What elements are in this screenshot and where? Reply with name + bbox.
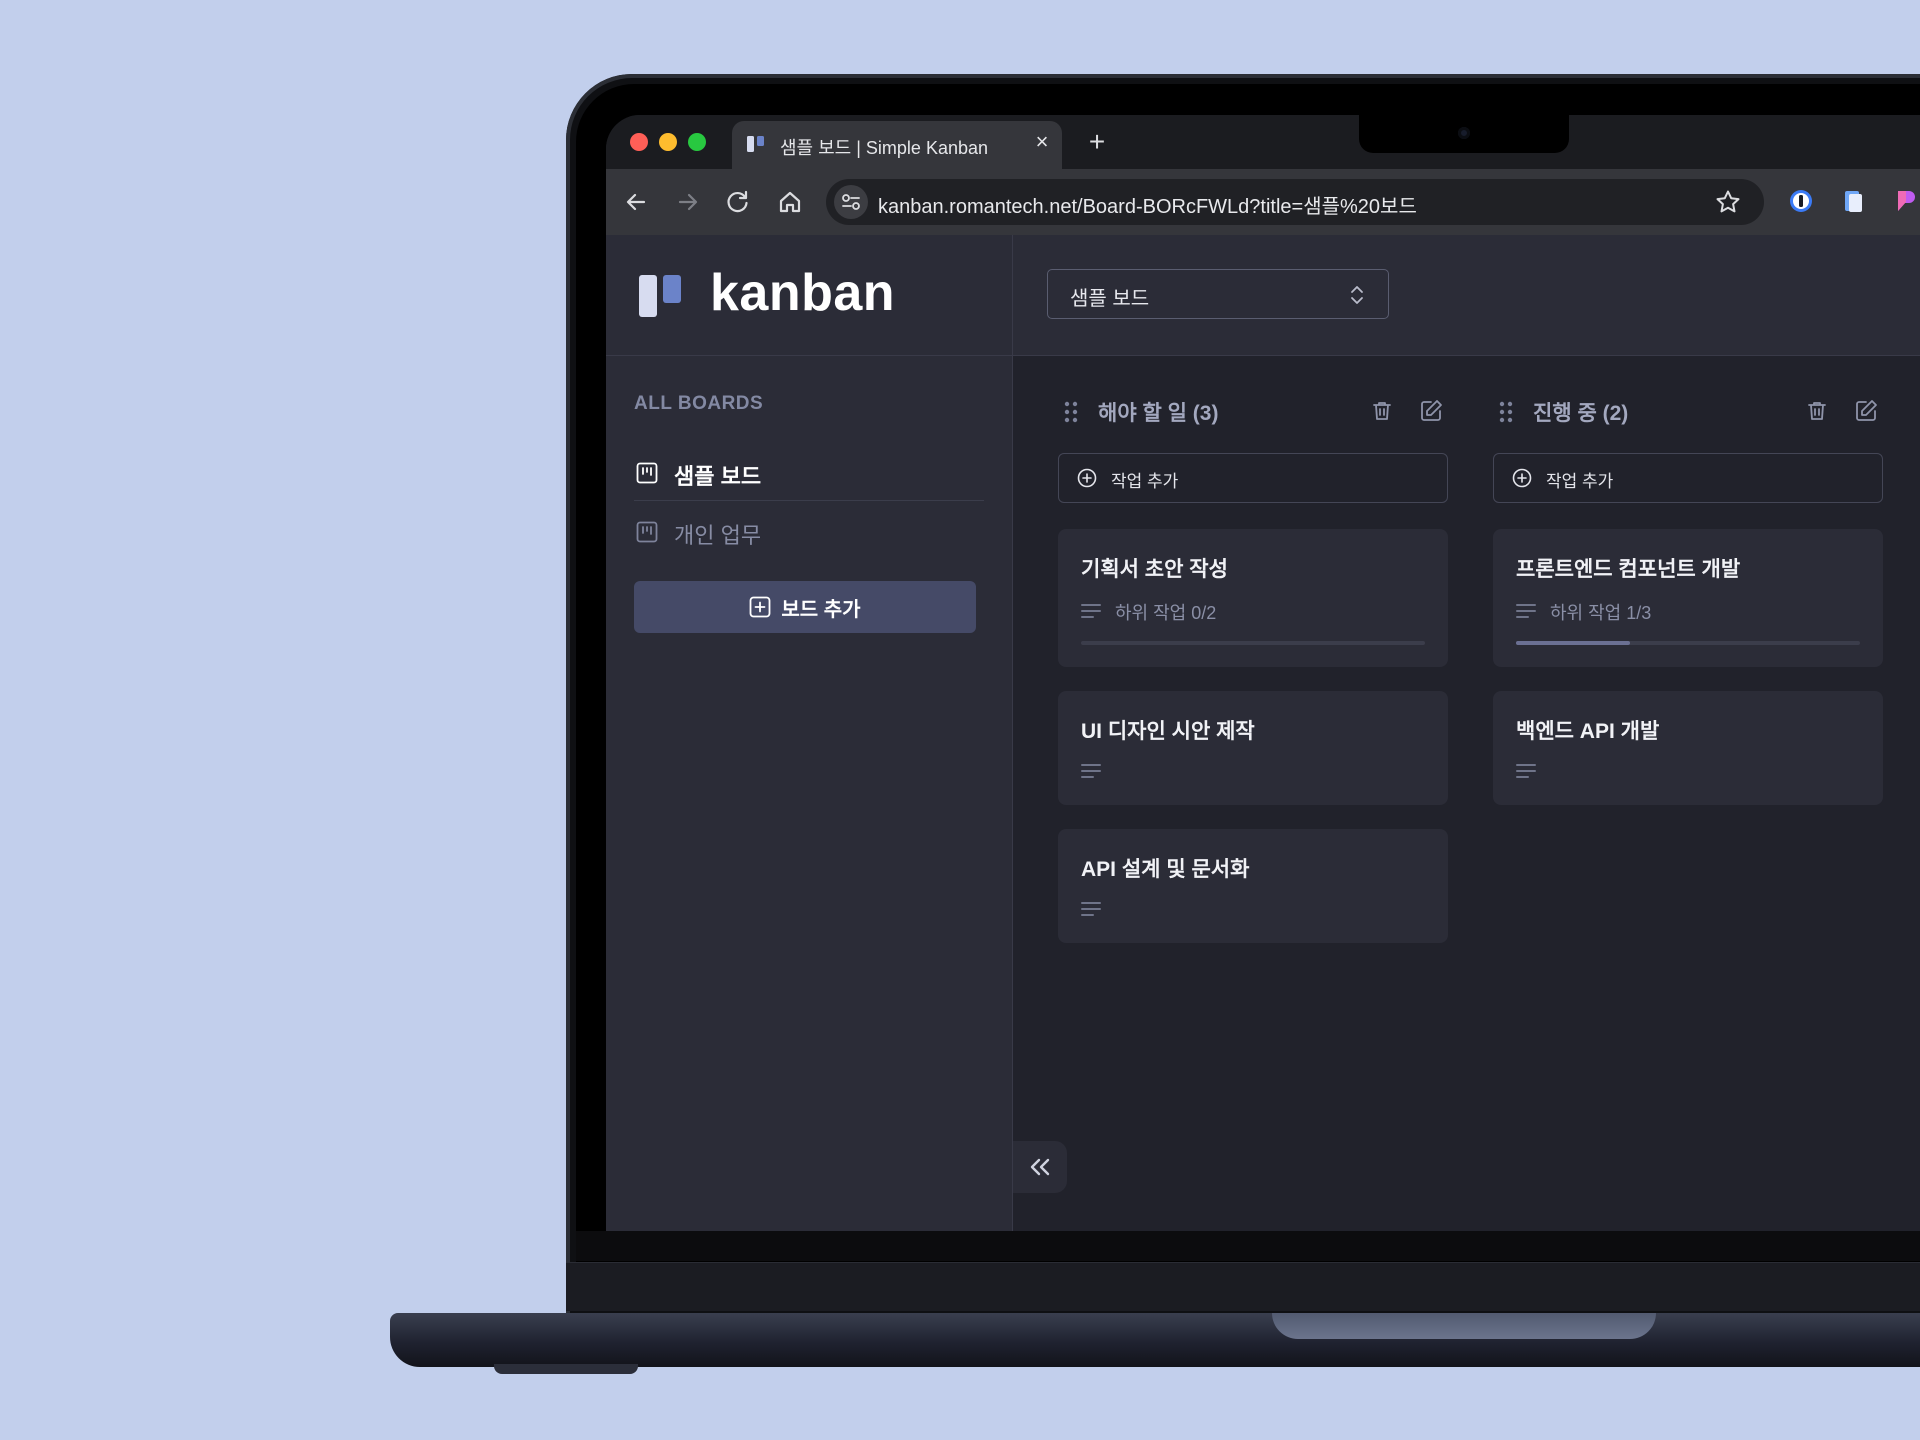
sidebar: kanban ALL BOARDS 샘플 보드 개인 업무 보드 추가 [606,235,1013,1231]
forward-arrow-icon[interactable] [672,186,704,218]
board-main: 샘플 보드 해야 할 일 (3) 작업 추가 기획서 초안 작성 하위 작업 0… [1013,235,1920,1231]
edit-icon[interactable] [1418,398,1444,424]
drag-handle-icon[interactable] [1064,401,1078,423]
plus-circle-icon [1512,468,1532,488]
sidebar-item-personal-tasks[interactable]: 개인 업무 [634,510,978,554]
task-title: 백엔드 API 개발 [1516,720,1660,743]
sidebar-item-sample-board[interactable]: 샘플 보드 [634,451,978,495]
laptop-base [390,1313,1920,1367]
browser-toolbar: kanban.romantech.net/Board-BORcFWLd?titl… [606,169,1920,235]
kanban-logo-icon [639,275,681,317]
home-icon[interactable] [774,186,806,218]
task-card[interactable]: UI 디자인 시안 제작 [1058,691,1448,805]
new-tab-button[interactable]: + [1082,127,1112,157]
subtask-progress-fill [1516,641,1630,645]
task-card[interactable]: 프론트엔드 컴포넌트 개발 하위 작업 1/3 [1493,529,1883,667]
add-task-label: 작업 추가 [1111,472,1179,491]
sidebar-divider [634,500,984,501]
laptop-base-notch [1272,1313,1656,1339]
collapse-sidebar-button[interactable] [1013,1141,1067,1193]
add-task-label: 작업 추가 [1546,472,1614,491]
board-icon [636,521,658,543]
board-icon [636,462,658,484]
maximize-window-button[interactable] [688,133,706,151]
browser-tab[interactable]: 샘플 보드 | Simple Kanban × [732,121,1062,169]
description-lines-icon [1516,764,1536,778]
ai-extension-icon[interactable] [1890,186,1920,216]
sidebar-header: kanban [606,235,1012,356]
add-board-label: 보드 추가 [781,598,861,621]
plus-circle-icon [1077,468,1097,488]
column-title: 진행 중 (2) [1533,402,1629,425]
screen: 샘플 보드 | Simple Kanban × + kanban.romante… [606,115,1920,1231]
browser-tab-bar: 샘플 보드 | Simple Kanban × + [606,115,1920,169]
kanban-favicon-icon [747,136,764,152]
board-header: 샘플 보드 [1013,235,1920,356]
subtask-count: 하위 작업 1/3 [1550,603,1652,623]
task-title: API 설계 및 문서화 [1081,858,1250,881]
task-title: 기획서 초안 작성 [1081,558,1228,581]
kanban-app: kanban ALL BOARDS 샘플 보드 개인 업무 보드 추가 샘플 보… [606,235,1920,1231]
task-title: UI 디자인 시안 제작 [1081,720,1255,743]
subtask-progress-bar [1081,641,1425,645]
description-lines-icon [1081,764,1101,778]
board-select-value: 샘플 보드 [1070,288,1150,310]
add-task-button[interactable]: 작업 추가 [1493,453,1883,503]
close-window-button[interactable] [630,133,648,151]
description-lines-icon [1516,604,1536,618]
chevron-up-down-icon [1351,286,1363,304]
description-lines-icon [1081,902,1101,916]
edit-icon[interactable] [1853,398,1879,424]
subtask-progress-bar [1516,641,1860,645]
add-board-button[interactable]: 보드 추가 [634,581,976,633]
board-select[interactable]: 샘플 보드 [1047,269,1389,319]
trash-icon[interactable] [1805,399,1829,423]
column-title: 해야 할 일 (3) [1098,402,1219,425]
back-arrow-icon[interactable] [620,186,652,218]
site-settings-icon[interactable] [834,185,868,219]
column-header: 해야 할 일 (3) [1058,391,1448,431]
camera [1458,127,1470,139]
column-header: 진행 중 (2) [1493,391,1883,431]
camera-notch [1359,115,1569,153]
task-title: 프론트엔드 컴포넌트 개발 [1516,558,1741,581]
task-card[interactable]: 기획서 초안 작성 하위 작업 0/2 [1058,529,1448,667]
notes-extension-icon[interactable] [1838,186,1868,216]
sidebar-item-label: 개인 업무 [674,523,762,548]
tab-title: 샘플 보드 | Simple Kanban [780,138,988,158]
minimize-window-button[interactable] [659,133,677,151]
plus-square-icon [750,596,771,618]
brand-name: kanban [710,264,896,322]
laptop-foot [494,1364,638,1374]
tab-close-icon[interactable]: × [1030,130,1054,154]
trash-icon[interactable] [1370,399,1394,423]
drag-handle-icon[interactable] [1499,401,1513,423]
laptop-hinge [566,1262,1920,1311]
url-text: kanban.romantech.net/Board-BORcFWLd?titl… [878,196,1417,218]
password-manager-extension-icon[interactable] [1786,186,1816,216]
task-card[interactable]: API 설계 및 문서화 [1058,829,1448,943]
description-lines-icon [1081,604,1101,618]
double-chevron-left-icon [1030,1158,1050,1176]
subtask-count: 하위 작업 0/2 [1115,603,1217,623]
reload-icon[interactable] [722,186,754,218]
sidebar-item-label: 샘플 보드 [674,464,762,489]
task-card[interactable]: 백엔드 API 개발 [1493,691,1883,805]
all-boards-label: ALL BOARDS [634,393,764,414]
address-bar[interactable]: kanban.romantech.net/Board-BORcFWLd?titl… [826,179,1764,225]
bookmark-star-icon[interactable] [1714,188,1742,216]
add-task-button[interactable]: 작업 추가 [1058,453,1448,503]
laptop-bezel-bottom [576,1231,1920,1261]
